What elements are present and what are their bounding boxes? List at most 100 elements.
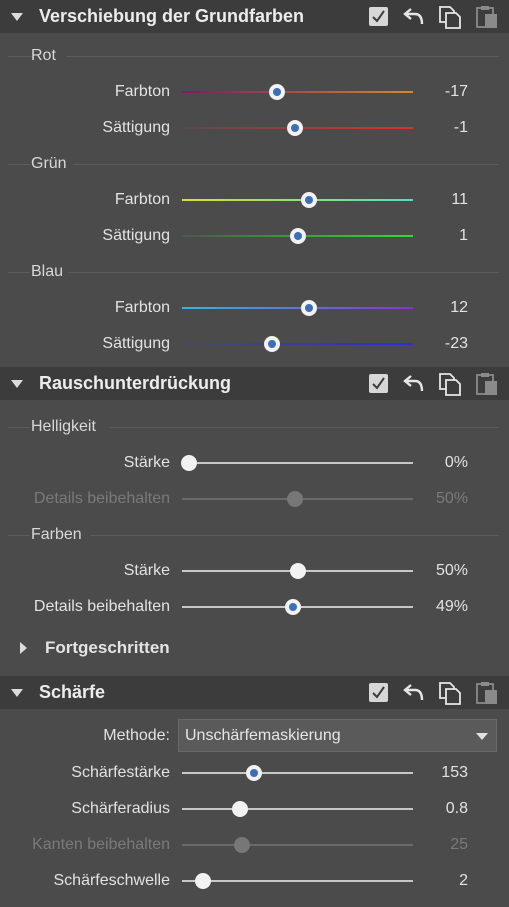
paste-icon[interactable]	[474, 680, 500, 706]
divider	[73, 164, 499, 165]
slider-handle-dot	[249, 769, 258, 777]
undo-icon[interactable]	[402, 4, 426, 28]
slider-handle-dot	[305, 196, 314, 204]
slider-handle-dot	[272, 88, 281, 96]
slider-handle	[287, 491, 304, 507]
undo-icon[interactable]	[402, 371, 426, 395]
slider-handle[interactable]	[264, 336, 281, 352]
divider	[68, 272, 499, 273]
expand-triangle-icon[interactable]	[20, 642, 27, 654]
divider	[90, 535, 499, 536]
slider-track[interactable]	[182, 808, 413, 810]
slider-value[interactable]: 1	[459, 227, 468, 245]
divider	[8, 272, 30, 273]
slider-handle-dot	[288, 603, 297, 611]
slider-value[interactable]: -17	[445, 83, 468, 101]
slider-handle[interactable]	[301, 192, 318, 208]
copy-icon[interactable]	[437, 371, 463, 397]
slider-label: Schärfeschwelle	[53, 872, 171, 889]
slider-value[interactable]: -1	[454, 119, 468, 137]
section-header-schaerfe[interactable]: Schärfe	[0, 676, 509, 709]
divider	[8, 535, 30, 536]
slider-value[interactable]: 0.8	[446, 800, 468, 818]
slider-track[interactable]	[182, 91, 413, 93]
slider-label: Farbton	[114, 191, 170, 208]
section-header-rauschunterdrueckung[interactable]: Rauschunterdrückung	[0, 367, 509, 400]
divider	[8, 56, 33, 57]
paste-icon[interactable]	[474, 371, 500, 397]
advanced-label: Fortgeschritten	[45, 638, 170, 657]
slider-track	[182, 844, 413, 846]
slider-label: Schärfestärke	[71, 764, 170, 781]
slider-label: Details beibehalten	[33, 598, 170, 615]
enable-checkbox[interactable]	[369, 683, 388, 702]
enable-checkbox[interactable]	[369, 374, 388, 393]
slider-handle[interactable]	[289, 563, 306, 579]
slider-label: Sättigung	[102, 335, 170, 352]
enable-checkbox[interactable]	[369, 7, 388, 26]
slider-value[interactable]: 153	[441, 764, 468, 782]
slider-handle-dot	[305, 304, 314, 312]
slider-handle	[234, 837, 251, 853]
slider-label: Farbton	[114, 83, 170, 100]
group-label-blau: Blau	[31, 263, 64, 280]
slider-label: Schärferadius	[71, 800, 170, 817]
slider-track[interactable]	[182, 307, 413, 309]
collapse-triangle-icon[interactable]	[11, 689, 23, 697]
slider-handle-dot	[268, 340, 277, 348]
group-label-helligkeit: Helligkeit	[31, 418, 96, 435]
collapse-triangle-icon[interactable]	[11, 13, 23, 21]
slider-handle[interactable]	[287, 120, 304, 136]
slider-track[interactable]	[182, 880, 413, 882]
slider-label: Stärke	[123, 562, 170, 579]
group-label-farben: Farben	[31, 526, 82, 543]
slider-value[interactable]: 2	[459, 872, 468, 890]
slider-label: Farbton	[114, 299, 170, 316]
divider	[8, 427, 30, 428]
undo-icon[interactable]	[402, 680, 426, 704]
slider-handle[interactable]	[231, 801, 248, 817]
slider-value[interactable]: 12	[450, 299, 468, 317]
section-header-grundfarben[interactable]: Verschiebung der Grundfarben	[0, 0, 509, 33]
slider-label: Details beibehalten	[33, 490, 170, 507]
slider-value: 50%	[435, 490, 468, 507]
divider	[110, 427, 499, 428]
slider-value: 25	[450, 836, 468, 853]
slider-handle[interactable]	[284, 599, 301, 615]
slider-label: Kanten beibehalten	[32, 836, 170, 853]
slider-value[interactable]: 11	[451, 191, 468, 209]
slider-label: Sättigung	[102, 119, 170, 136]
divider	[66, 56, 499, 57]
slider-handle-dot	[291, 124, 300, 132]
slider-value[interactable]: 0%	[445, 454, 468, 472]
slider-handle[interactable]	[268, 84, 285, 100]
method-value: Unschärfemaskierung	[185, 727, 341, 744]
section-title: Verschiebung der Grundfarben	[39, 6, 305, 26]
copy-icon[interactable]	[437, 680, 463, 706]
copy-icon[interactable]	[437, 4, 463, 30]
slider-track[interactable]	[182, 462, 413, 464]
method-label: Methode:	[103, 727, 170, 744]
slider-track[interactable]	[182, 199, 413, 201]
slider-handle[interactable]	[245, 765, 262, 781]
paste-icon[interactable]	[474, 4, 500, 30]
method-select[interactable]: Unschärfemaskierung	[178, 719, 497, 752]
slider-handle[interactable]	[180, 455, 197, 471]
slider-label: Stärke	[123, 454, 170, 471]
slider-value[interactable]: -23	[445, 335, 468, 353]
slider-handle[interactable]	[194, 873, 211, 889]
slider-track[interactable]	[182, 772, 413, 774]
slider-value[interactable]: 50%	[436, 562, 468, 580]
slider-handle[interactable]	[301, 300, 318, 316]
group-label-gruen: Grün	[31, 155, 67, 172]
divider	[8, 164, 30, 165]
slider-handle[interactable]	[289, 228, 306, 244]
section-title: Schärfe	[39, 682, 106, 702]
collapse-triangle-icon[interactable]	[11, 380, 23, 388]
slider-value[interactable]: 49%	[436, 598, 468, 616]
slider-handle-dot	[293, 232, 302, 240]
slider-label: Sättigung	[102, 227, 170, 244]
section-title: Rauschunterdrückung	[39, 373, 232, 393]
chevron-down-icon[interactable]	[476, 733, 488, 740]
slider-track[interactable]	[182, 343, 413, 345]
